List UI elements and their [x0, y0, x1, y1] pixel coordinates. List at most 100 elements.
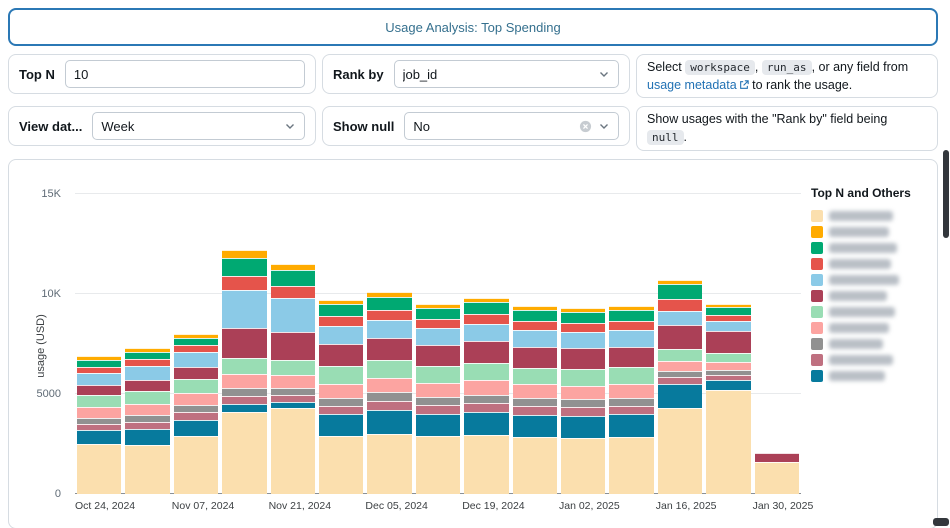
bar-segment[interactable] — [319, 315, 364, 326]
bar-segment[interactable] — [319, 413, 364, 436]
bar-segment[interactable] — [125, 379, 170, 391]
bar-segment[interactable] — [270, 269, 316, 286]
bar-segment[interactable] — [173, 351, 219, 367]
bar-segment[interactable] — [609, 367, 654, 384]
bar-segment[interactable] — [561, 348, 606, 369]
bar-segment[interactable] — [77, 384, 122, 395]
stacked-bar-dec-05[interactable] — [367, 194, 412, 494]
bar-segment[interactable] — [609, 320, 654, 330]
legend-item[interactable] — [811, 288, 925, 304]
usage-metadata-link[interactable]: usage metadata — [647, 78, 749, 92]
bar-segment[interactable] — [609, 414, 654, 437]
bar-segment[interactable] — [367, 433, 412, 494]
bar-segment[interactable] — [319, 365, 364, 384]
bar-segment[interactable] — [77, 406, 122, 418]
bar-segment[interactable] — [657, 383, 703, 408]
bar-segment[interactable] — [657, 298, 703, 311]
bar-segment[interactable] — [415, 397, 461, 406]
bar-segment[interactable] — [609, 383, 654, 398]
bar-segment[interactable] — [173, 435, 219, 494]
bar-segment[interactable] — [319, 303, 364, 316]
bar-segment[interactable] — [415, 366, 461, 384]
horizontal-scrollbar-thumb[interactable] — [933, 518, 949, 526]
bar-segment[interactable] — [222, 373, 267, 388]
stacked-bar-jan-30[interactable] — [754, 194, 800, 494]
bar-segment[interactable] — [270, 394, 316, 402]
bar-segment[interactable] — [367, 392, 412, 401]
bar-segment[interactable] — [512, 367, 558, 385]
legend-item[interactable] — [811, 320, 925, 336]
bar-segment[interactable] — [367, 309, 412, 320]
bar-segment[interactable] — [512, 384, 558, 399]
bar-segment[interactable] — [512, 414, 558, 437]
bar-segment[interactable] — [512, 309, 558, 321]
bar-segment[interactable] — [222, 357, 267, 374]
bar-segment[interactable] — [367, 400, 412, 410]
bar-segment[interactable] — [222, 411, 267, 494]
bar-segment[interactable] — [657, 376, 703, 384]
bar-segment[interactable] — [415, 345, 461, 367]
bar-segment[interactable] — [319, 383, 364, 398]
bar-segment[interactable] — [415, 307, 461, 320]
bar-segment[interactable] — [222, 249, 267, 258]
stacked-bar-nov-14[interactable] — [222, 194, 267, 494]
bar-segment[interactable] — [77, 429, 122, 444]
bar-segment[interactable] — [561, 322, 606, 332]
legend-item[interactable] — [811, 368, 925, 384]
bar-segment[interactable] — [706, 320, 751, 331]
bar-segment[interactable] — [706, 330, 751, 353]
bar-segment[interactable] — [464, 362, 509, 381]
bar-segment[interactable] — [77, 359, 122, 367]
bar-segment[interactable] — [754, 461, 800, 494]
bar-segment[interactable] — [561, 368, 606, 386]
bar-segment[interactable] — [657, 310, 703, 325]
stacked-bar-nov-07[interactable] — [173, 194, 219, 494]
bar-segment[interactable] — [561, 399, 606, 408]
show-null-select[interactable]: No — [404, 112, 619, 141]
bar-segment[interactable] — [222, 395, 267, 404]
bar-segment[interactable] — [464, 434, 509, 494]
legend-item[interactable] — [811, 208, 925, 224]
bar-segment[interactable] — [415, 383, 461, 398]
stacked-bar-dec-19[interactable] — [464, 194, 509, 494]
bar-segment[interactable] — [512, 329, 558, 347]
bar-segment[interactable] — [657, 360, 703, 371]
bar-segment[interactable] — [270, 285, 316, 298]
bar-segment[interactable] — [512, 320, 558, 330]
bar-segment[interactable] — [222, 257, 267, 276]
bar-segment[interactable] — [173, 404, 219, 412]
bar-segment[interactable] — [125, 444, 170, 494]
bar-segment[interactable] — [173, 366, 219, 379]
bar-segment[interactable] — [415, 405, 461, 414]
bar-segment[interactable] — [319, 435, 364, 494]
bar-segment[interactable] — [415, 328, 461, 346]
bar-segment[interactable] — [270, 387, 316, 395]
legend-item[interactable] — [811, 352, 925, 368]
bar-segment[interactable] — [319, 325, 364, 344]
bar-segment[interactable] — [173, 411, 219, 420]
bar-segment[interactable] — [222, 387, 267, 396]
bar-segment[interactable] — [270, 331, 316, 360]
bar-segment[interactable] — [754, 452, 800, 462]
bar-segment[interactable] — [464, 411, 509, 435]
bar-segment[interactable] — [609, 397, 654, 406]
bar-segment[interactable] — [125, 421, 170, 429]
bar-segment[interactable] — [609, 329, 654, 347]
bar-segment[interactable] — [222, 289, 267, 328]
bar-segment[interactable] — [125, 365, 170, 380]
stacked-bar-oct-24[interactable] — [77, 194, 122, 494]
bar-segment[interactable] — [561, 331, 606, 349]
stacked-bar-jan-23[interactable] — [706, 194, 751, 494]
bar-segment[interactable] — [222, 403, 267, 412]
stacked-bar-oct-31[interactable] — [125, 194, 170, 494]
bar-segment[interactable] — [464, 301, 509, 314]
legend-item[interactable] — [811, 240, 925, 256]
legend-item[interactable] — [811, 256, 925, 272]
bar-segment[interactable] — [706, 361, 751, 370]
bar-segment[interactable] — [609, 346, 654, 368]
legend-item[interactable] — [811, 304, 925, 320]
bar-segment[interactable] — [367, 359, 412, 378]
bar-segment[interactable] — [367, 296, 412, 310]
legend-item[interactable] — [811, 336, 925, 352]
bar-segment[interactable] — [464, 394, 509, 403]
